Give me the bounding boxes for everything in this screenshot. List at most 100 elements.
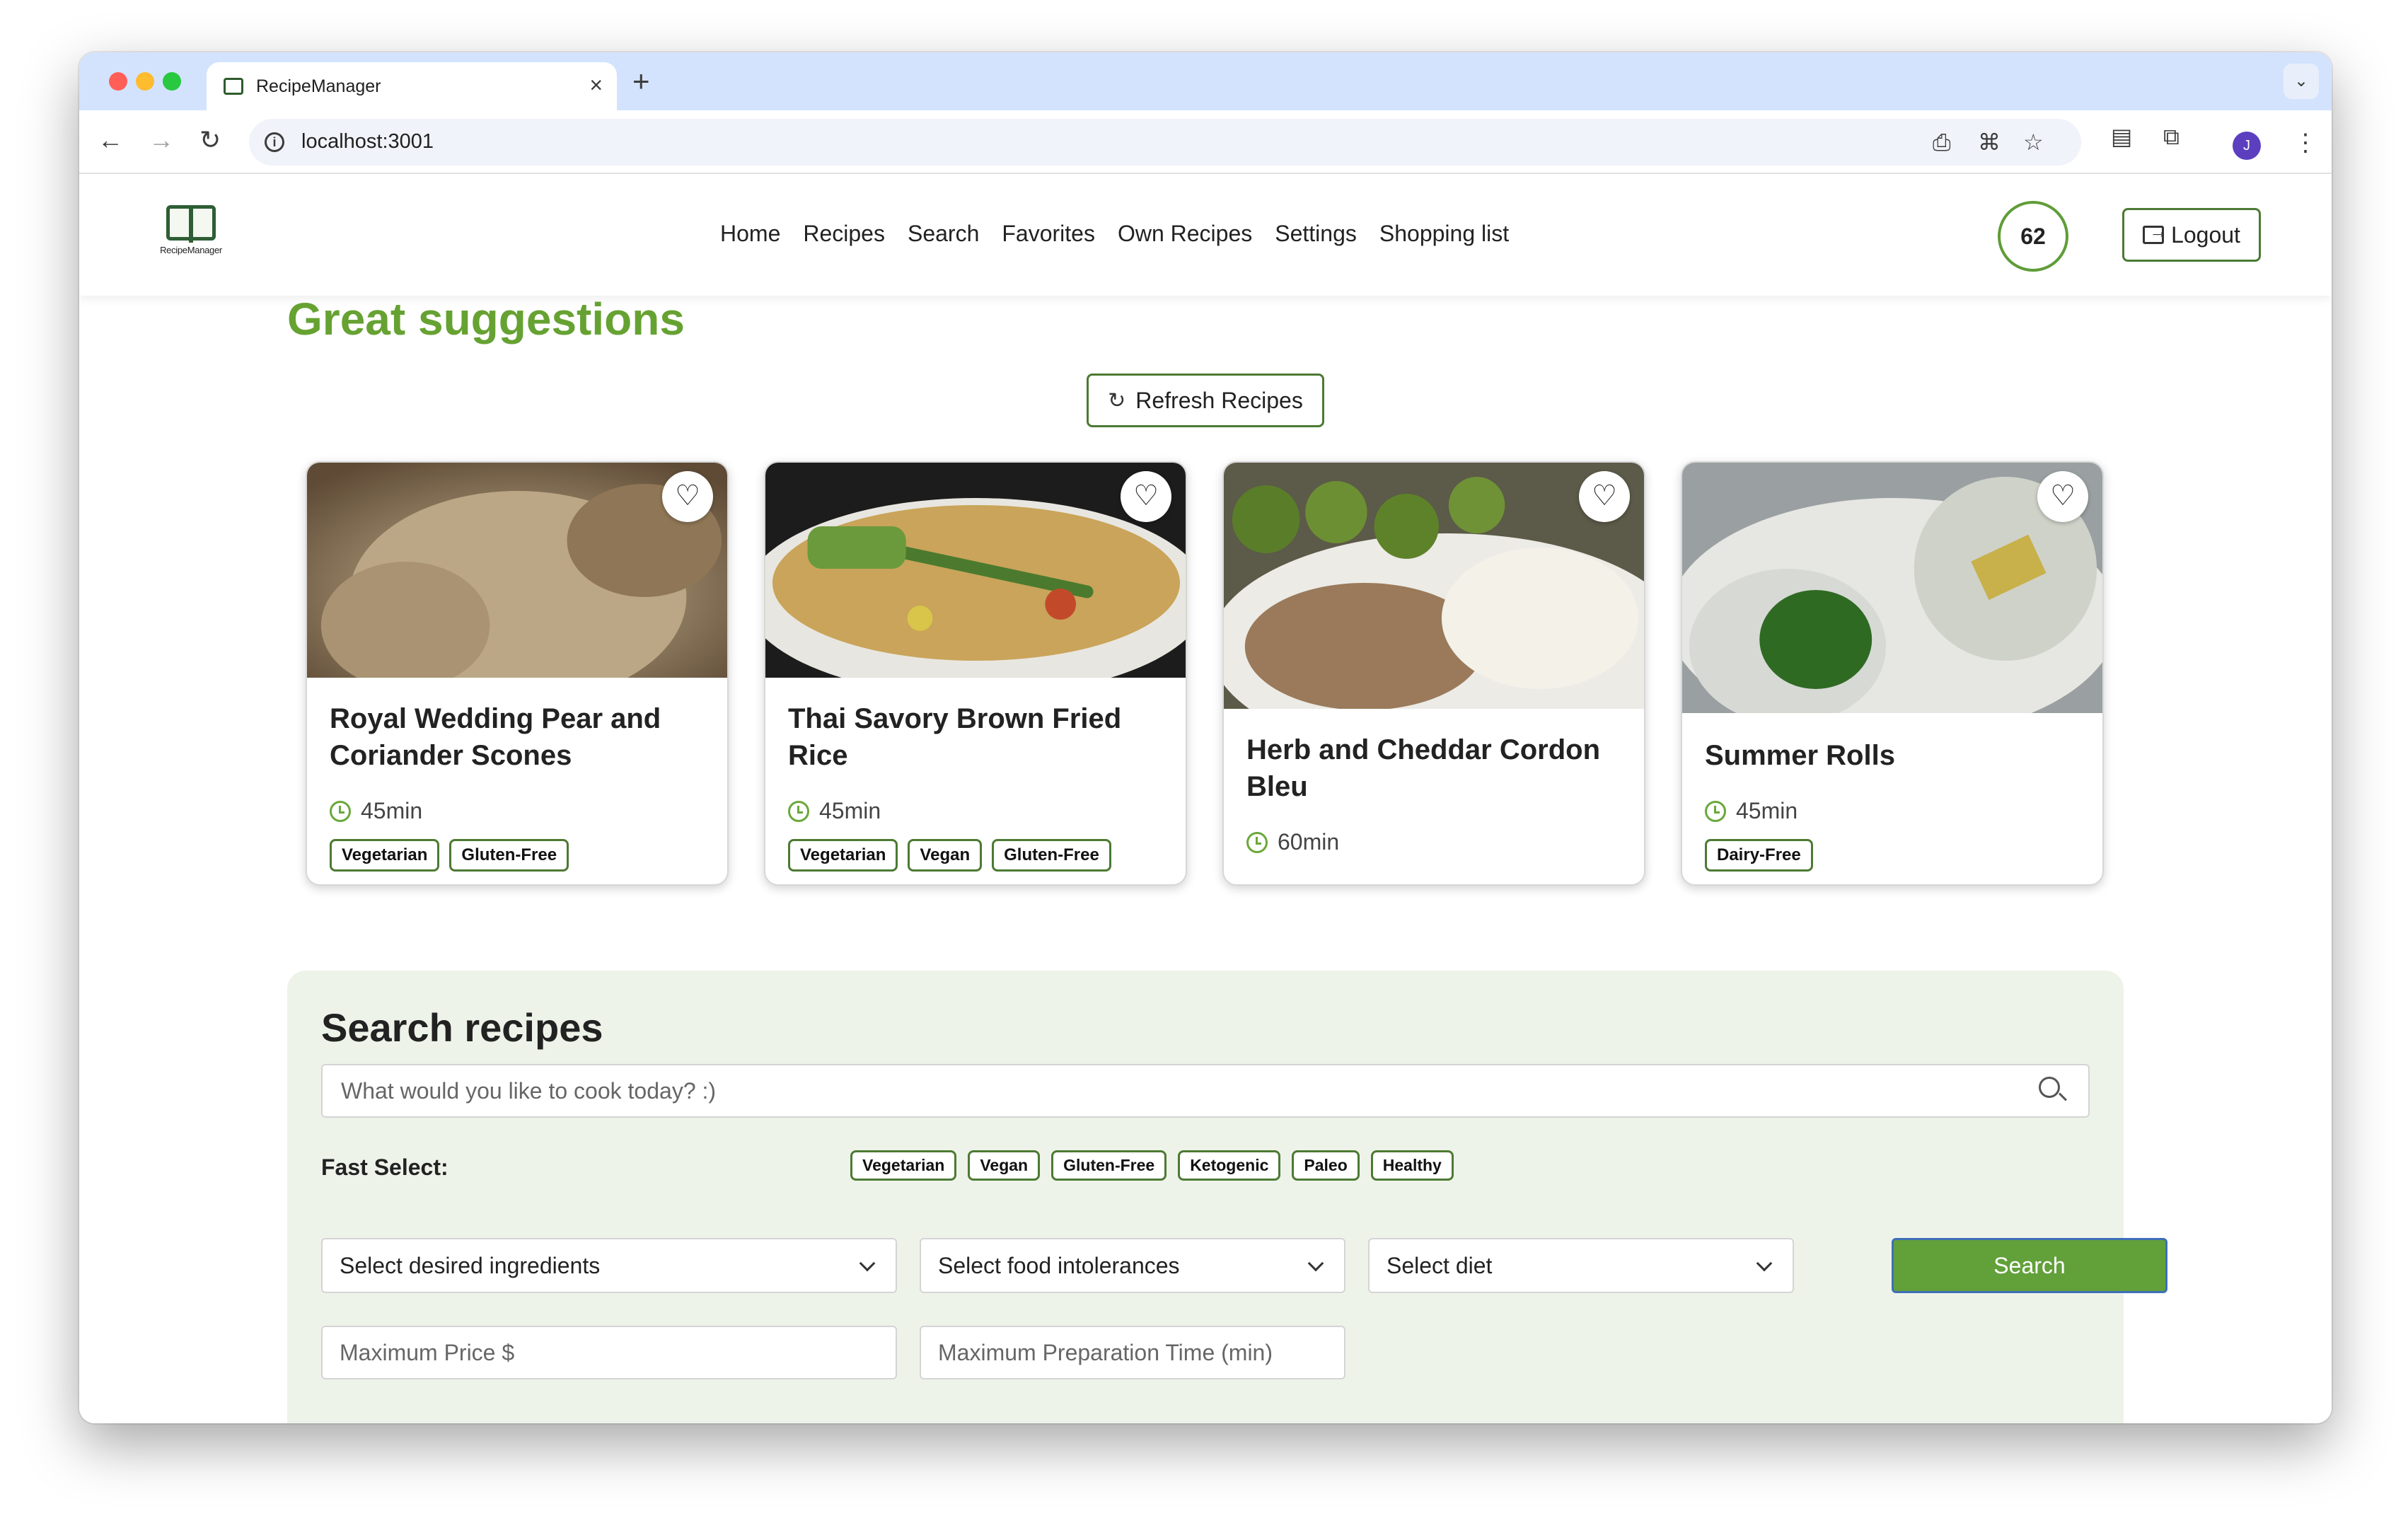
back-arrow-icon[interactable]: ← xyxy=(98,125,123,156)
diet-select-value: Select diet xyxy=(1387,1253,1493,1278)
diet-tag: Dairy-Free xyxy=(1705,839,1813,872)
search-button[interactable]: Search xyxy=(1892,1238,2167,1293)
main-nav: Home Recipes Search Favorites Own Recipe… xyxy=(720,221,1509,247)
browser-tab[interactable]: RecipeManager × xyxy=(207,62,617,110)
fast-tag-ketogenic[interactable]: Ketogenic xyxy=(1178,1150,1281,1181)
book-logo-icon xyxy=(166,205,216,243)
recipe-card[interactable]: ♡ Thai Savory Brown Fried Rice 45min Veg… xyxy=(764,461,1187,886)
fast-tag-paleo[interactable]: Paleo xyxy=(1292,1150,1360,1181)
clock-icon xyxy=(1705,800,1726,822)
card-tags: Vegetarian Vegan Gluten-Free xyxy=(788,839,1111,872)
diet-tag: Vegetarian xyxy=(788,839,898,872)
logo-text: RecipeManager xyxy=(160,245,222,255)
address-bar[interactable]: i localhost:3001 ⎙ ⌘ ☆ xyxy=(249,119,2081,166)
recipe-search-input[interactable] xyxy=(323,1065,2020,1116)
bookmark-star-icon[interactable]: ☆ xyxy=(2023,129,2044,156)
browser-window: RecipeManager × + ⌄ ← → ↻ i localhost:30… xyxy=(79,52,2332,1423)
search-title: Search recipes xyxy=(321,1005,603,1050)
suggestions-title: Great suggestions xyxy=(287,294,685,345)
nav-home[interactable]: Home xyxy=(720,221,780,247)
maximize-window-button[interactable] xyxy=(163,72,181,91)
max-price-field xyxy=(321,1326,897,1379)
ingredients-select[interactable]: Select desired ingredients xyxy=(321,1238,897,1293)
browser-toolbar: ← → ↻ i localhost:3001 ⎙ ⌘ ☆ ▤ ⧉ J ⋮ xyxy=(79,110,2332,174)
recipe-card[interactable]: ♡ Summer Rolls 45min Dairy-Free xyxy=(1681,461,2104,886)
logout-button[interactable]: Logout xyxy=(2122,208,2261,262)
fast-tag-vegetarian[interactable]: Vegetarian xyxy=(850,1150,957,1181)
max-time-field xyxy=(920,1326,1345,1379)
clock-icon xyxy=(330,800,351,822)
tab-search-chevron-icon[interactable]: ⌄ xyxy=(2283,64,2319,99)
chevron-down-icon xyxy=(1756,1255,1773,1272)
points-badge[interactable]: 62 xyxy=(1998,201,2068,272)
card-title: Royal Wedding Pear and Coriander Scones xyxy=(330,703,661,771)
diet-tag: Gluten-Free xyxy=(992,839,1111,872)
clock-icon xyxy=(788,800,809,822)
refresh-icon: ↻ xyxy=(1108,388,1126,412)
search-panel: Search recipes Fast Select: Vegetarian V… xyxy=(287,971,2167,1423)
card-time-value: 45min xyxy=(819,798,881,823)
app-header: RecipeManager Home Recipes Search Favori… xyxy=(79,174,2332,296)
card-time: 60min xyxy=(1246,829,1339,855)
recipe-card[interactable]: ♡ Herb and Cheddar Cordon Bleu 60min xyxy=(1222,461,1645,886)
favorite-heart-icon[interactable]: ♡ xyxy=(2037,471,2088,522)
favorite-heart-icon[interactable]: ♡ xyxy=(1121,471,1171,522)
close-window-button[interactable] xyxy=(109,72,127,91)
tab-close-icon[interactable]: × xyxy=(589,72,603,98)
profile-avatar[interactable]: J xyxy=(2233,132,2261,160)
search-box xyxy=(321,1064,2090,1118)
install-app-icon[interactable]: ⎙ xyxy=(1933,129,1951,156)
browser-menu-icon[interactable]: ⋮ xyxy=(2293,129,2317,157)
fast-tag-healthy[interactable]: Healthy xyxy=(1370,1150,1454,1181)
tab-title: RecipeManager xyxy=(256,76,381,96)
minimize-window-button[interactable] xyxy=(136,72,154,91)
nav-recipes[interactable]: Recipes xyxy=(803,221,885,247)
card-title: Herb and Cheddar Cordon Bleu xyxy=(1246,734,1601,802)
card-time: 45min xyxy=(788,798,881,824)
refresh-recipes-button[interactable]: ↻ Refresh Recipes xyxy=(1087,374,1324,427)
reload-icon[interactable]: ↻ xyxy=(199,125,221,156)
card-title: Thai Savory Brown Fried Rice xyxy=(788,703,1122,771)
chevron-down-icon xyxy=(859,1255,876,1272)
card-title: Summer Rolls xyxy=(1705,740,1895,771)
translate-icon[interactable]: ⌘ xyxy=(1978,129,2001,156)
favicon-icon xyxy=(224,78,243,95)
reading-list-icon[interactable]: ▤ xyxy=(2111,123,2132,150)
card-time-value: 45min xyxy=(1736,798,1798,823)
nav-settings[interactable]: Settings xyxy=(1275,221,1357,247)
nav-own-recipes[interactable]: Own Recipes xyxy=(1118,221,1252,247)
nav-favorites[interactable]: Favorites xyxy=(1002,221,1095,247)
intolerances-select-value: Select food intolerances xyxy=(938,1253,1180,1278)
favorite-heart-icon[interactable]: ♡ xyxy=(1579,471,1630,522)
fast-tag-vegan[interactable]: Vegan xyxy=(968,1150,1041,1181)
app-logo[interactable]: RecipeManager xyxy=(153,205,229,269)
fast-tag-gluten-free[interactable]: Gluten-Free xyxy=(1051,1150,1167,1181)
url-text[interactable]: localhost:3001 xyxy=(301,130,434,154)
intolerances-select[interactable]: Select food intolerances xyxy=(920,1238,1345,1293)
nav-search[interactable]: Search xyxy=(908,221,979,247)
recipe-card[interactable]: ♡ Royal Wedding Pear and Coriander Scone… xyxy=(306,461,729,886)
diet-select[interactable]: Select diet xyxy=(1368,1238,1794,1293)
card-time-value: 45min xyxy=(361,798,423,823)
card-tags: Vegetarian Gluten-Free xyxy=(330,839,569,872)
clock-icon xyxy=(1246,831,1268,853)
tab-bar: RecipeManager × + ⌄ xyxy=(79,52,2332,110)
forward-arrow-icon[interactable]: → xyxy=(149,125,174,156)
card-time: 45min xyxy=(330,798,422,824)
fast-select-tags: Vegetarian Vegan Gluten-Free Ketogenic P… xyxy=(850,1150,1454,1181)
card-time-value: 60min xyxy=(1278,829,1340,855)
card-tags: Dairy-Free xyxy=(1705,839,1813,872)
nav-shopping-list[interactable]: Shopping list xyxy=(1379,221,1509,247)
max-price-input[interactable] xyxy=(323,1327,896,1378)
diet-tag: Vegetarian xyxy=(330,839,440,872)
new-tab-icon[interactable]: + xyxy=(632,64,650,99)
site-info-icon[interactable]: i xyxy=(265,132,284,152)
favorite-heart-icon[interactable]: ♡ xyxy=(662,471,713,522)
chevron-down-icon xyxy=(1307,1255,1324,1272)
extensions-icon[interactable]: ⧉ xyxy=(2163,123,2180,150)
app-page: RecipeManager Home Recipes Search Favori… xyxy=(79,174,2332,1423)
max-time-input[interactable] xyxy=(921,1327,1344,1378)
refresh-label: Refresh Recipes xyxy=(1135,387,1303,413)
logout-icon xyxy=(2143,221,2167,244)
search-icon[interactable] xyxy=(2039,1077,2060,1098)
